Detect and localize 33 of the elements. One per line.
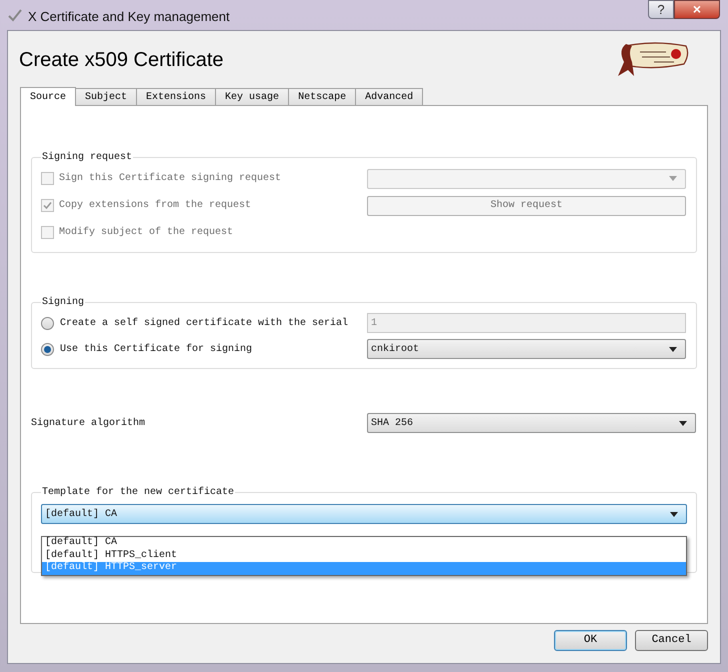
dropdown[interactable] [367, 168, 686, 188]
radio-label: Create a self signed certificate with the serial [60, 316, 348, 330]
window-title: X Certificate and Key management [28, 8, 230, 26]
dialog-button[interactable]: Cancel [635, 630, 708, 651]
radio-button[interactable] [41, 316, 54, 330]
checkbox-label: Sign this Certificate signing request [59, 172, 282, 186]
checkbox-label: Modify subject of the request [59, 226, 234, 240]
checkbox-label: Copy extensions from the request [59, 198, 252, 213]
group-title: Template for the new certificate [41, 486, 236, 500]
tab[interactable]: Subject [75, 88, 138, 105]
tab[interactable]: Extensions [136, 88, 216, 105]
dropdown[interactable]: [default] CA [41, 504, 687, 524]
dialog-heading: Create x509 Certificate [19, 48, 224, 73]
tab[interactable]: Key usage [215, 88, 290, 105]
dropdown-arrow-icon [679, 420, 687, 426]
app-icon [7, 7, 23, 23]
group-title: Signing [41, 296, 86, 310]
dialog-button[interactable]: OK [554, 630, 627, 651]
tab[interactable]: Source [20, 87, 76, 106]
help-button[interactable]: ? [648, 0, 674, 19]
dropdown-arrow-icon [670, 512, 678, 516]
dropdown-arrow-icon [669, 346, 677, 352]
dropdown[interactable]: cnkiroot [367, 339, 686, 359]
dropdown[interactable]: SHA 256 [367, 413, 696, 433]
dropdown-option[interactable]: [default] HTTPS_client [42, 550, 686, 562]
group-title: Signing request [41, 150, 134, 165]
dropdown-option[interactable]: [default] CA [42, 537, 686, 550]
field-label: Signature algorithm [31, 416, 146, 430]
radio-label: Use this Certificate for signing [60, 342, 252, 356]
tab[interactable]: Netscape [288, 88, 356, 105]
tab[interactable]: Advanced [355, 88, 424, 105]
dropdown-arrow-icon [669, 176, 677, 181]
radio-button[interactable] [41, 342, 54, 356]
